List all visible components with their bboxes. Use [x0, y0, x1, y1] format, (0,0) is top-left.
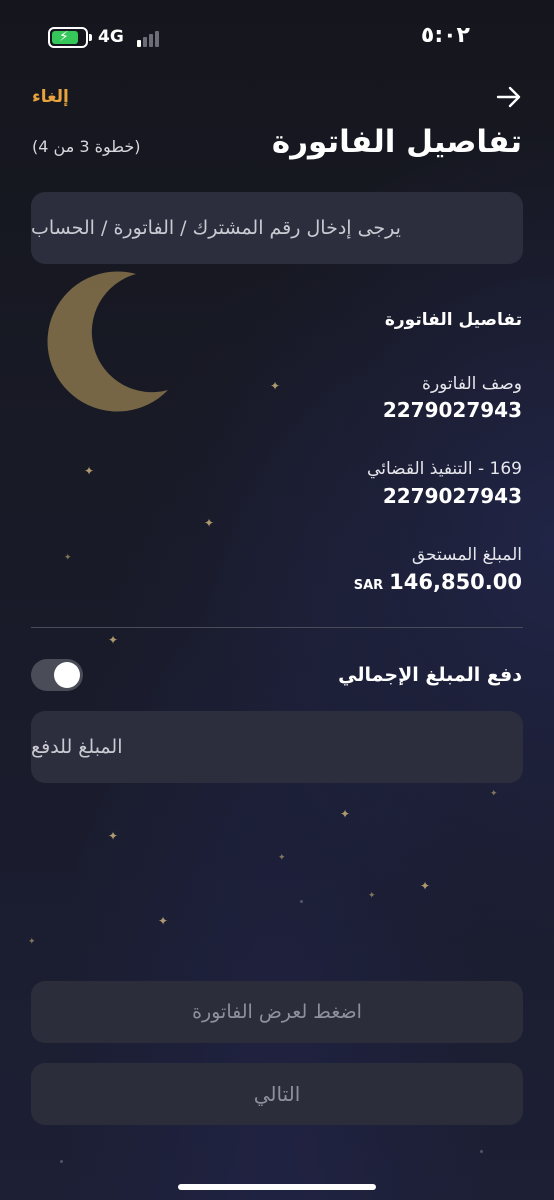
back-arrow-icon[interactable] [494, 82, 524, 112]
due-amount-value: 146,850.00 [389, 570, 522, 594]
star-icon: ✦ [108, 633, 119, 647]
status-time: ٥:٠٢ [420, 23, 470, 48]
star-icon: ✦ [278, 853, 286, 863]
service-value: 2279027943 [382, 484, 522, 508]
due-amount-label: المبلغ المستحق [411, 545, 522, 565]
due-currency: SAR [353, 578, 384, 593]
charging-bolt-icon: ⚡ [59, 29, 69, 45]
status-bar: ⚡ 4G ٥:٠٢ [0, 0, 554, 76]
cancel-button[interactable]: إلغاء [32, 87, 69, 107]
view-bill-button[interactable]: اضغط لعرض الفاتورة [31, 981, 523, 1043]
bill-details-heading: تفاصيل الفاتورة [384, 310, 522, 330]
pay-full-amount-label: دفع المبلغ الإجمالي [338, 664, 522, 686]
battery-icon: ⚡ [48, 27, 92, 48]
star-icon: ✦ [340, 807, 351, 821]
bill-description-value: 2279027943 [382, 398, 522, 422]
network-type: 4G [98, 27, 124, 47]
toggle-knob [54, 662, 80, 688]
bill-details-screen: ⚡ 4G ٥:٠٢ ✦ ✦ ✦ ✦ ✦ ✦ ✦ ✦ ✦ ✦ ✦ ✦ ✦ إلغا… [0, 0, 554, 1200]
signal-icon [137, 29, 163, 47]
account-number-input[interactable]: يرجى إدخال رقم المشترك / الفاتورة / الحس… [31, 192, 523, 264]
star-icon: ✦ [204, 516, 215, 530]
page-title: تفاصيل الفاتورة [271, 124, 522, 160]
service-label: 169 - التنفيذ القضائي [367, 459, 522, 479]
star-icon: ✦ [490, 789, 498, 799]
bill-description-label: وصف الفاتورة [422, 374, 522, 394]
star-icon: ✦ [64, 553, 72, 563]
due-amount: SAR 146,850.00 [354, 570, 522, 594]
pay-full-amount-toggle[interactable] [31, 659, 83, 691]
star-icon: ✦ [28, 937, 36, 947]
home-indicator[interactable] [178, 1184, 376, 1190]
star-icon: ✦ [158, 914, 169, 928]
next-button[interactable]: التالي [31, 1063, 523, 1125]
crescent-moon-icon [47, 271, 169, 412]
star-icon: ✦ [368, 891, 376, 901]
payment-amount-input[interactable]: المبلغ للدفع [31, 711, 523, 783]
star-icon: ✦ [420, 879, 431, 893]
divider [31, 627, 523, 628]
star-icon: ✦ [270, 379, 281, 393]
star-icon: ✦ [84, 464, 95, 478]
star-icon: ✦ [108, 829, 119, 843]
step-indicator: (خطوة 3 من 4) [32, 137, 141, 156]
